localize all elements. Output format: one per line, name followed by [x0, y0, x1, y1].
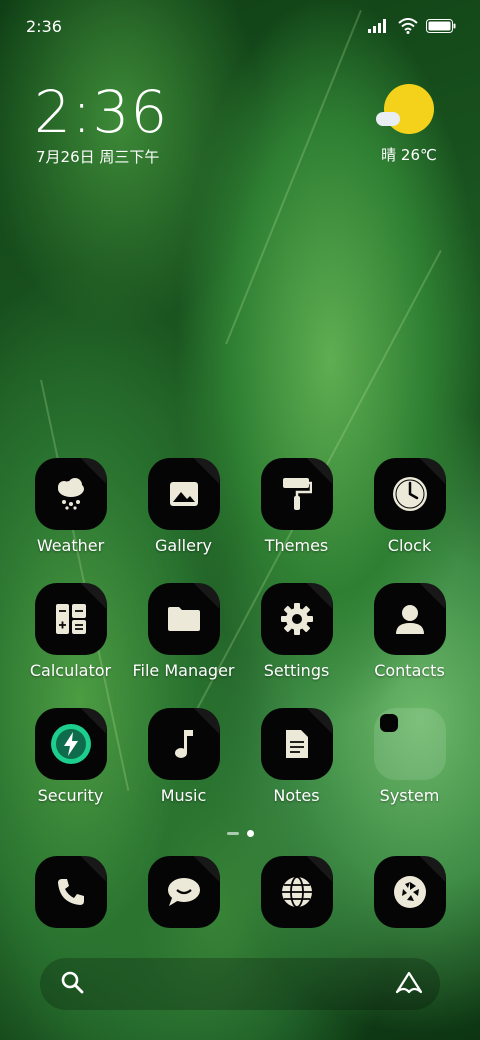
status-time: 2:36 — [26, 16, 62, 36]
camera-aperture-icon — [373, 856, 446, 928]
app-gallery[interactable]: Gallery — [127, 458, 240, 555]
app-label: Settings — [263, 661, 330, 680]
page-indicator-inactive — [226, 832, 239, 835]
document-icon — [260, 708, 333, 780]
paint-roller-icon — [260, 458, 333, 530]
app-music[interactable]: Music — [127, 708, 240, 805]
dock-browser[interactable] — [240, 856, 353, 928]
folder-icon — [147, 583, 220, 655]
gear-icon — [260, 583, 333, 655]
app-security[interactable]: Security — [14, 708, 127, 805]
clock-widget-time[interactable]: 2:36 — [34, 78, 168, 146]
weather-widget[interactable]: 晴 26℃ — [374, 80, 444, 165]
page-indicator-active — [246, 830, 254, 837]
shield-bolt-icon — [34, 708, 107, 780]
app-notes[interactable]: Notes — [240, 708, 353, 805]
image-icon — [147, 458, 220, 530]
app-label: Contacts — [374, 661, 445, 680]
sun-icon — [376, 84, 434, 134]
app-label: Themes — [264, 536, 329, 555]
cloud-snow-icon — [34, 458, 107, 530]
person-icon — [373, 583, 446, 655]
search-icon[interactable] — [60, 970, 86, 996]
phone-icon — [34, 856, 107, 928]
search-bar[interactable] — [40, 958, 440, 1010]
app-label: Security — [37, 786, 104, 805]
app-label: Gallery — [155, 536, 212, 555]
assistant-icon[interactable] — [394, 970, 424, 996]
app-system-folder[interactable]: System — [353, 708, 466, 805]
app-label: Clock — [387, 536, 432, 555]
mini-app-icon — [379, 714, 398, 732]
app-themes[interactable]: Themes — [240, 458, 353, 555]
clock-widget-date: 7月26日 周三下午 — [36, 148, 160, 166]
app-contacts[interactable]: Contacts — [353, 583, 466, 680]
app-label: System — [379, 786, 440, 805]
dock-phone[interactable] — [14, 856, 127, 928]
dock-messages[interactable] — [127, 856, 240, 928]
folder-icon — [373, 708, 446, 780]
app-file-manager[interactable]: File Manager — [127, 583, 240, 680]
music-note-icon — [147, 708, 220, 780]
cloud-icon — [376, 112, 400, 126]
app-label: File Manager — [132, 661, 235, 680]
status-bar: 2:36 — [26, 14, 456, 38]
app-label: Calculator — [29, 661, 112, 680]
app-settings[interactable]: Settings — [240, 583, 353, 680]
app-clock[interactable]: Clock — [353, 458, 466, 555]
dock-camera[interactable] — [353, 856, 466, 928]
wifi-icon — [398, 18, 418, 34]
app-label: Notes — [273, 786, 320, 805]
clock-icon — [373, 458, 446, 530]
weather-condition-temp: 晴 26℃ — [381, 146, 437, 164]
page-indicator[interactable] — [0, 830, 480, 837]
signal-icon — [368, 19, 386, 33]
message-icon — [147, 856, 220, 928]
app-calculator[interactable]: Calculator — [14, 583, 127, 680]
globe-icon — [260, 856, 333, 928]
battery-icon — [426, 19, 456, 33]
calculator-icon — [34, 583, 107, 655]
app-label: Weather — [36, 536, 105, 555]
app-label: Music — [160, 786, 207, 805]
app-weather[interactable]: Weather — [14, 458, 127, 555]
